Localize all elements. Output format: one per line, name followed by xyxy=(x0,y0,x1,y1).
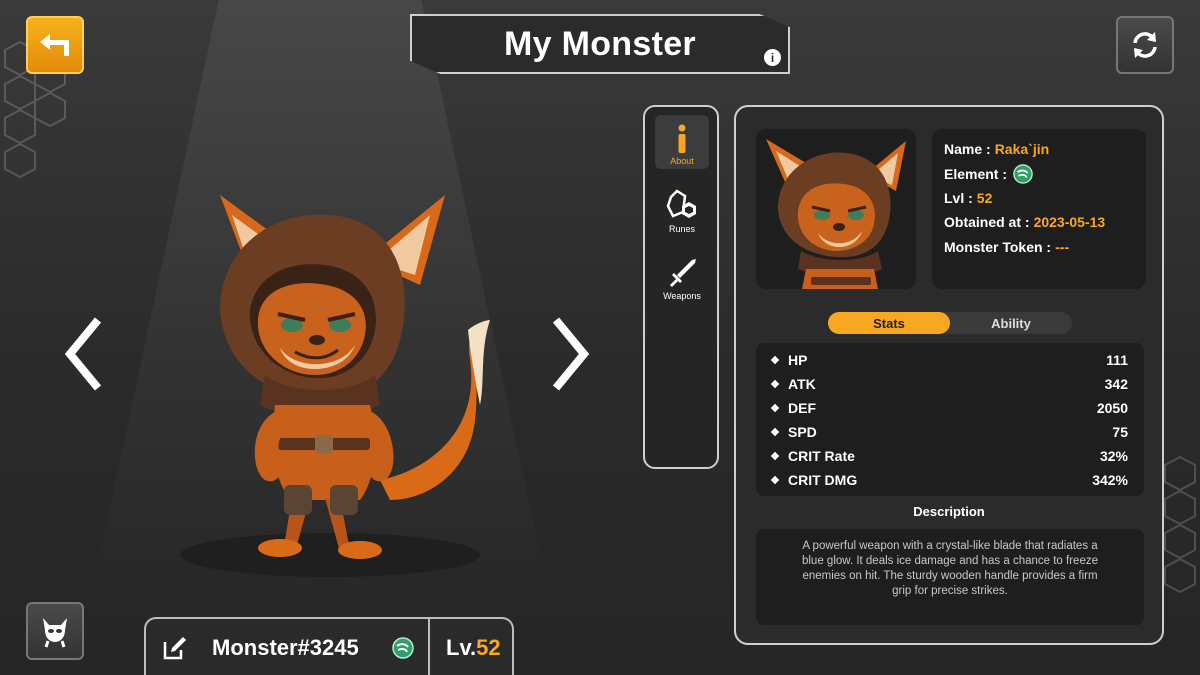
detail-level: Lvl :52 xyxy=(944,189,993,206)
detail-obtained: Obtained at :2023-05-13 xyxy=(944,214,1106,231)
diamond-bullet-icon xyxy=(770,427,780,437)
stat-row: HP 111 xyxy=(770,348,1128,372)
divider xyxy=(428,619,430,675)
tab-about-label: About xyxy=(670,156,694,166)
stat-name: HP xyxy=(788,352,808,368)
wind-element-icon xyxy=(1013,163,1033,184)
edit-pencil-icon xyxy=(163,637,186,660)
info-icon[interactable]: i xyxy=(764,49,781,66)
stat-value: 32% xyxy=(1099,448,1128,464)
stat-name: CRIT Rate xyxy=(788,448,855,464)
info-icon xyxy=(678,124,686,153)
detail-token: Monster Token : --- xyxy=(944,238,1070,255)
stat-name: CRIT DMG xyxy=(788,472,858,488)
monster-details: Name : Raka`jin Element : Lvl :52 Obtaine… xyxy=(932,129,1146,289)
monster-face-icon xyxy=(43,618,67,648)
tab-stats[interactable]: Stats xyxy=(828,312,950,334)
monster-portrait xyxy=(756,129,916,289)
refresh-icon xyxy=(1133,32,1157,58)
stat-value: 111 xyxy=(1106,352,1128,368)
tab-runes[interactable]: Runes xyxy=(655,183,709,237)
title-banner: My Monster xyxy=(410,14,790,74)
stat-value: 342 xyxy=(1104,376,1128,392)
stat-value: 75 xyxy=(1112,424,1128,440)
diamond-bullet-icon xyxy=(770,403,780,413)
sword-icon xyxy=(670,259,696,287)
description-title: Description xyxy=(913,504,985,519)
back-button[interactable] xyxy=(26,16,84,74)
runes-icon xyxy=(666,189,696,218)
description-text: A powerful weapon with a crystal-like bl… xyxy=(756,529,1144,625)
diamond-bullet-icon xyxy=(770,451,780,461)
stats-ability-toggle: Stats Ability xyxy=(828,312,1072,334)
monster-model xyxy=(180,195,491,577)
refresh-button[interactable] xyxy=(1116,16,1174,74)
stat-row: DEF 2050 xyxy=(770,396,1128,420)
monster-collection-button[interactable] xyxy=(26,602,84,660)
tab-weapons[interactable]: Weapons xyxy=(655,250,709,304)
side-tab-panel: About Runes Weapons xyxy=(643,105,719,469)
tab-about[interactable]: About xyxy=(655,115,709,169)
stat-row: CRIT Rate 32% xyxy=(770,444,1128,468)
detail-name: Name : Raka`jin xyxy=(944,141,1050,158)
page-title: My Monster xyxy=(504,24,696,63)
stat-name: SPD xyxy=(788,424,817,440)
stat-row: CRIT DMG 342% xyxy=(770,468,1128,492)
stat-name: DEF xyxy=(788,400,816,416)
diamond-bullet-icon xyxy=(770,355,780,365)
stats-list: HP 111 ATK 342 DEF 2050 SPD 75 CRIT Rate 32% CRIT … xyxy=(756,343,1144,496)
tab-ability[interactable]: Ability xyxy=(950,312,1072,334)
edit-name-button[interactable] xyxy=(146,619,204,675)
previous-monster-arrow[interactable] xyxy=(62,314,106,394)
stat-value: 342% xyxy=(1092,472,1128,488)
wind-element-icon xyxy=(392,637,414,659)
stat-row: ATK 342 xyxy=(770,372,1128,396)
stat-row: SPD 75 xyxy=(770,420,1128,444)
stat-value: 2050 xyxy=(1096,400,1128,416)
monster-level: Lv.52 xyxy=(446,635,501,660)
monster-name: Monster#3245 xyxy=(212,635,359,660)
back-arrow-icon xyxy=(40,34,69,56)
next-monster-arrow[interactable] xyxy=(548,314,592,394)
diamond-bullet-icon xyxy=(770,475,780,485)
tab-weapons-label: Weapons xyxy=(663,291,701,301)
tab-runes-label: Runes xyxy=(668,224,695,234)
monster-info-panel: Name : Raka`jin Element : Lvl :52 Obtaine… xyxy=(734,105,1164,645)
monster-name-bar: Monster#3245 Lv.52 xyxy=(144,617,514,675)
detail-element: Element : xyxy=(944,161,1134,185)
diamond-bullet-icon xyxy=(770,379,780,389)
stat-name: ATK xyxy=(788,376,816,392)
